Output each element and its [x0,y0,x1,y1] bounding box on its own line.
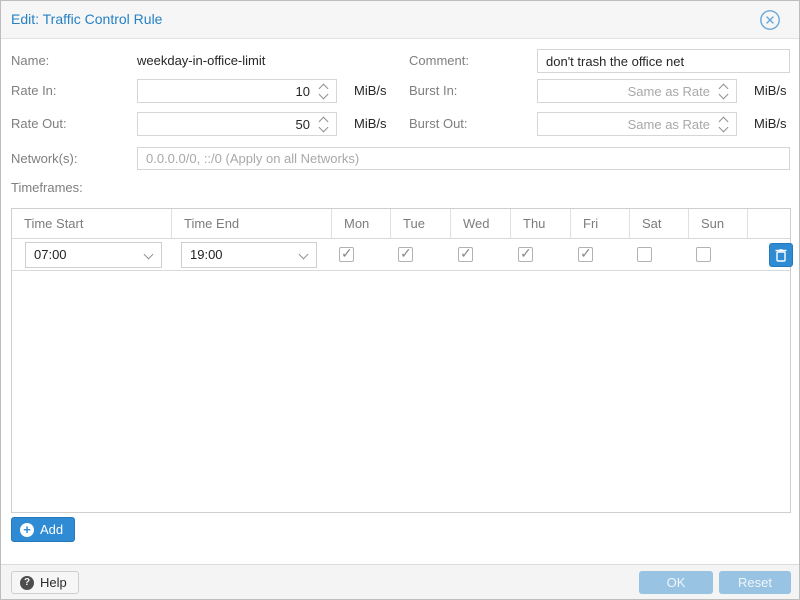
burst-in-label: Burst In: [409,80,457,102]
table-header-row: Time Start Time End Mon Tue Wed Thu Fri … [12,209,790,239]
col-header-tue[interactable]: Tue [391,209,451,238]
col-header-time-end[interactable]: Time End [172,209,332,238]
rate-out-unit: MiB/s [354,112,387,136]
networks-label: Network(s): [11,148,77,170]
comment-input[interactable] [537,49,790,73]
chevron-down-icon [144,250,154,260]
timeframes-table: Time Start Time End Mon Tue Wed Thu Fri … [11,208,791,513]
timeframes-label: Timeframes: [11,177,83,199]
question-circle-icon: ? [20,576,34,590]
burst-in-field[interactable] [537,79,737,103]
name-value: weekday-in-office-limit [137,50,265,72]
name-label: Name: [11,50,49,72]
burst-in-spinner[interactable] [717,82,731,100]
rate-in-label: Rate In: [11,80,57,102]
col-header-sun[interactable]: Sun [689,209,748,238]
rate-in-field[interactable] [137,79,337,103]
add-button-label: Add [40,522,63,537]
col-header-fri[interactable]: Fri [571,209,630,238]
spinner-down-icon[interactable] [719,90,729,100]
trash-icon [775,248,787,262]
time-end-value: 19:00 [190,247,223,262]
checkbox-tue[interactable] [398,247,413,262]
spinner-down-icon[interactable] [319,123,329,133]
col-header-wed[interactable]: Wed [451,209,511,238]
dialog-title: Edit: Traffic Control Rule [11,11,162,27]
burst-in-unit: MiB/s [754,79,787,103]
burst-out-spinner[interactable] [717,115,731,133]
checkbox-fri[interactable] [578,247,593,262]
help-button-label: Help [40,575,67,590]
burst-out-unit: MiB/s [754,112,787,136]
delete-row-button[interactable] [769,243,793,267]
col-header-time-start[interactable]: Time Start [12,209,172,238]
rate-in-spinner[interactable] [317,82,331,100]
spinner-down-icon[interactable] [319,90,329,100]
comment-label: Comment: [409,50,469,72]
plus-circle-icon: + [20,523,34,537]
rate-out-label: Rate Out: [11,113,67,135]
add-button[interactable]: + Add [11,517,75,542]
ok-button[interactable]: OK [639,571,713,594]
table-row: 07:00 19:00 [12,239,790,271]
checkbox-sun[interactable] [696,247,711,262]
traffic-control-rule-dialog: Edit: Traffic Control Rule Name: weekday… [0,0,800,600]
time-start-combobox[interactable]: 07:00 [25,242,162,268]
dialog-titlebar: Edit: Traffic Control Rule [1,1,799,39]
checkbox-thu[interactable] [518,247,533,262]
circle-x-icon [759,9,781,31]
close-button[interactable] [759,9,781,31]
time-end-combobox[interactable]: 19:00 [181,242,317,268]
reset-button[interactable]: Reset [719,571,791,594]
help-button[interactable]: ? Help [11,571,79,594]
rate-in-unit: MiB/s [354,79,387,103]
checkbox-sat[interactable] [637,247,652,262]
dialog-footer: ? Help OK Reset [1,564,799,599]
time-start-value: 07:00 [34,247,67,262]
rate-out-field[interactable] [137,112,337,136]
col-header-sat[interactable]: Sat [630,209,689,238]
rate-out-spinner[interactable] [317,115,331,133]
burst-out-label: Burst Out: [409,113,468,135]
col-header-thu[interactable]: Thu [511,209,571,238]
col-header-mon[interactable]: Mon [332,209,391,238]
checkbox-mon[interactable] [339,247,354,262]
burst-out-field[interactable] [537,112,737,136]
col-header-actions [748,209,790,238]
networks-input[interactable] [137,147,790,170]
checkbox-wed[interactable] [458,247,473,262]
chevron-down-icon [299,250,309,260]
spinner-down-icon[interactable] [719,123,729,133]
